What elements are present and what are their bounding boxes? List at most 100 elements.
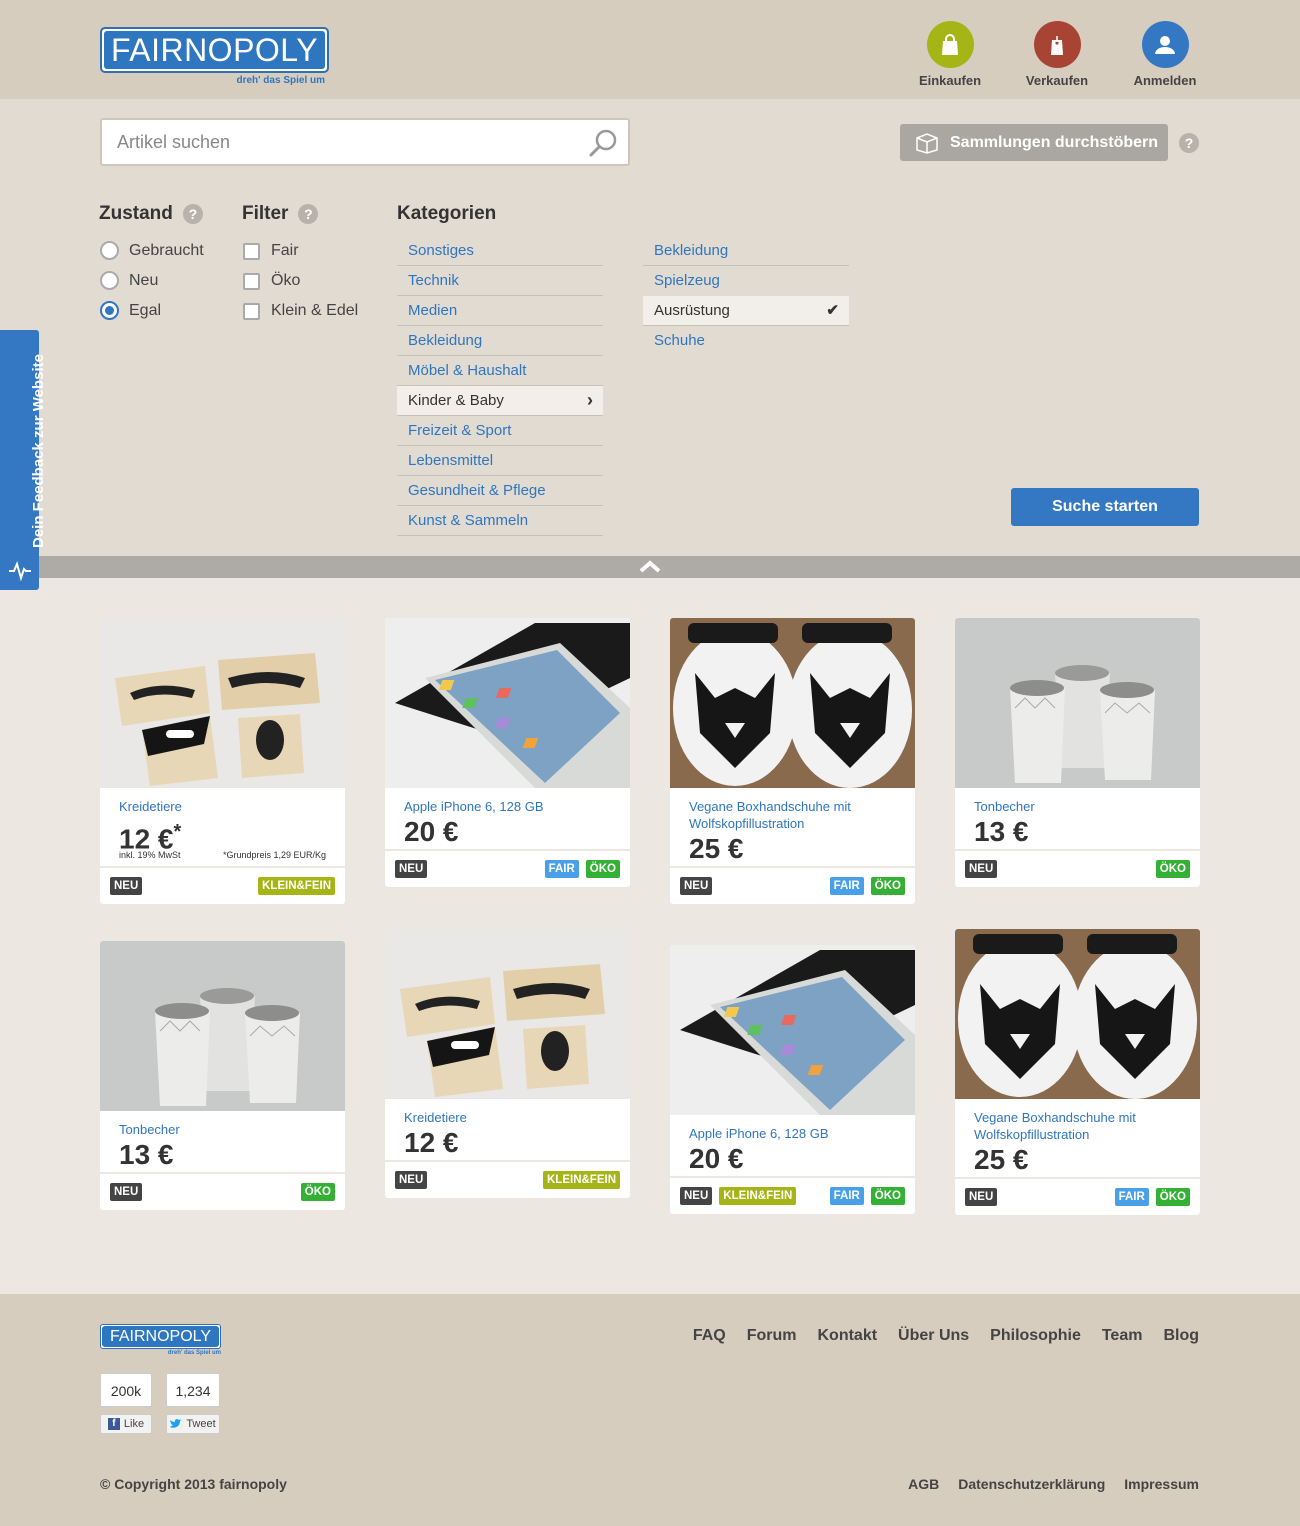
- footer-link-philosophie[interactable]: Philosophie: [990, 1327, 1081, 1345]
- filter-option-oeko[interactable]: Öko: [243, 272, 300, 290]
- legal-links: AGB Datenschutzerklärung Impressum: [908, 1476, 1199, 1492]
- facebook-like-button[interactable]: f Like: [100, 1414, 152, 1434]
- feedback-tab[interactable]: Dein Feedback zur Website: [0, 330, 47, 590]
- footer-link-ueber-uns[interactable]: Über Uns: [898, 1327, 969, 1345]
- filter-help-icon[interactable]: ?: [298, 204, 319, 224]
- product-card[interactable]: Vegane Boxhandschuhe mit Wolfskopfillust…: [670, 618, 915, 904]
- footer-link-faq[interactable]: FAQ: [693, 1327, 726, 1345]
- badge-row: NEU FAIR ÖKO: [955, 1177, 1200, 1215]
- product-card[interactable]: Kreidetiere 12 € NEU KLEIN&FEIN: [385, 929, 630, 1198]
- category-technik[interactable]: Technik: [397, 266, 603, 296]
- category-medien[interactable]: Medien: [397, 296, 603, 326]
- badge-kleinfein: KLEIN&FEIN: [543, 1171, 620, 1189]
- product-image[interactable]: [385, 929, 630, 1099]
- legal-link-datenschutz[interactable]: Datenschutzerklärung: [958, 1476, 1105, 1492]
- product-image[interactable]: [385, 618, 630, 788]
- product-price: 20 €: [385, 815, 630, 849]
- search-submit-button[interactable]: Suche starten: [1011, 488, 1199, 526]
- subcategory-ausruestung[interactable]: Ausrüstung ✔: [643, 296, 849, 326]
- nav-verkaufen[interactable]: Verkaufen: [1012, 21, 1102, 88]
- footer-link-forum[interactable]: Forum: [747, 1327, 797, 1345]
- product-image[interactable]: [955, 929, 1200, 1099]
- help-icon[interactable]: ?: [1179, 133, 1199, 153]
- product-price-value: 20 €: [689, 1143, 744, 1174]
- badge-row: NEU FAIR ÖKO: [385, 849, 630, 887]
- product-image[interactable]: [670, 945, 915, 1115]
- badge-öko: ÖKO: [1155, 860, 1190, 878]
- product-title[interactable]: Tonbecher: [100, 1111, 345, 1138]
- product-title[interactable]: Kreidetiere: [100, 788, 345, 815]
- filter-option-fair[interactable]: Fair: [243, 242, 299, 260]
- badge-fair: FAIR: [829, 877, 864, 895]
- zustand-option-label: Neu: [129, 271, 159, 289]
- category-sonstiges[interactable]: Sonstiges: [397, 236, 603, 266]
- logo[interactable]: FAIRNOPOLY dreh' das Spiel um: [100, 27, 329, 86]
- category-lebensmittel[interactable]: Lebensmittel: [397, 446, 603, 476]
- nav-einkaufen[interactable]: Einkaufen: [905, 21, 995, 88]
- footer-link-blog[interactable]: Blog: [1163, 1327, 1199, 1345]
- filter-option-klein-edel[interactable]: Klein & Edel: [243, 302, 358, 320]
- product-title[interactable]: Apple iPhone 6, 128 GB: [670, 1115, 915, 1142]
- tweet-button[interactable]: Tweet: [166, 1414, 220, 1434]
- badge-neu: NEU: [680, 877, 713, 895]
- filter-option-label: Klein & Edel: [271, 302, 359, 319]
- badge-neu: NEU: [680, 1187, 713, 1205]
- subcategory-schuhe[interactable]: Schuhe: [643, 326, 849, 356]
- zustand-option-neu[interactable]: Neu: [100, 271, 158, 290]
- nav-anmelden[interactable]: Anmelden: [1120, 21, 1210, 88]
- product-image[interactable]: [100, 941, 345, 1111]
- vat-note: inkl. 19% MwSt: [119, 850, 181, 861]
- subcategory-spielzeug[interactable]: Spielzeug: [643, 266, 849, 296]
- badge-öko: ÖKO: [300, 1183, 335, 1201]
- tweet-widget: 1,234 Tweet: [166, 1373, 220, 1434]
- badge-fair: FAIR: [1114, 1188, 1149, 1206]
- radio-icon: [100, 241, 119, 260]
- product-title[interactable]: Kreidetiere: [385, 1099, 630, 1126]
- facebook-like-widget: 200k f Like: [100, 1373, 152, 1434]
- footer-link-kontakt[interactable]: Kontakt: [817, 1327, 877, 1345]
- product-image[interactable]: [100, 618, 345, 788]
- product-card[interactable]: Apple iPhone 6, 128 GB 20 € NEU KLEIN&FEIN F…: [670, 945, 915, 1214]
- category-bekleidung[interactable]: Bekleidung: [397, 326, 603, 356]
- product-price: 25 €: [955, 1143, 1200, 1177]
- product-title[interactable]: Vegane Boxhandschuhe mit Wolfskopfillust…: [670, 788, 915, 832]
- subcategory-bekleidung[interactable]: Bekleidung: [643, 236, 849, 266]
- zustand-option-gebraucht[interactable]: Gebraucht: [100, 241, 204, 260]
- product-image[interactable]: [670, 618, 915, 788]
- footer-logo-tagline: dreh' das Spiel um: [167, 1350, 221, 1356]
- product-image[interactable]: [955, 618, 1200, 788]
- nav-anmelden-label: Anmelden: [1133, 73, 1197, 88]
- logo-box: FAIRNOPOLY: [100, 27, 329, 73]
- product-card[interactable]: Vegane Boxhandschuhe mit Wolfskopfillust…: [955, 929, 1200, 1215]
- category-kunst-sammeln[interactable]: Kunst & Sammeln: [397, 506, 603, 536]
- search-icon[interactable]: [588, 127, 620, 164]
- footer-link-team[interactable]: Team: [1102, 1327, 1143, 1345]
- product-title[interactable]: Apple iPhone 6, 128 GB: [385, 788, 630, 815]
- badge-row: NEU KLEIN&FEIN: [385, 1160, 630, 1198]
- chevron-up-icon: [639, 560, 661, 573]
- product-title[interactable]: Vegane Boxhandschuhe mit Wolfskopfillust…: [955, 1099, 1200, 1143]
- logo-text: FAIRNOPOLY: [104, 31, 325, 69]
- product-card[interactable]: Kreidetiere 12 €* inkl. 19% MwSt *Grundprei…: [100, 618, 345, 905]
- product-title[interactable]: Tonbecher: [955, 788, 1200, 815]
- legal-link-agb[interactable]: AGB: [908, 1476, 939, 1492]
- product-card[interactable]: Tonbecher 13 € NEU ÖKO: [100, 941, 345, 1210]
- base-price-note: *Grundpreis 1,29 EUR/Kg: [222, 850, 326, 861]
- product-card[interactable]: Tonbecher 13 € NEU ÖKO: [955, 618, 1200, 887]
- checkbox-icon: [243, 242, 260, 260]
- category-freizeit-sport[interactable]: Freizeit & Sport: [397, 416, 603, 446]
- zustand-option-egal[interactable]: Egal: [100, 301, 161, 320]
- search-box: [100, 118, 630, 166]
- collections-button[interactable]: Sammlungen durchstöbern: [900, 124, 1168, 161]
- zustand-help-icon[interactable]: ?: [182, 204, 203, 224]
- footer-logo[interactable]: FAIRNOPOLY dreh' das Spiel um: [100, 1324, 221, 1356]
- product-card[interactable]: Apple iPhone 6, 128 GB 20 € NEU FAIR ÖKO: [385, 618, 630, 887]
- legal-link-impressum[interactable]: Impressum: [1124, 1476, 1199, 1492]
- category-kinder-baby[interactable]: Kinder & Baby ›: [397, 386, 603, 416]
- badge-kleinfein: KLEIN&FEIN: [258, 877, 335, 896]
- search-input[interactable]: [102, 120, 562, 164]
- category-moebel-haushalt[interactable]: Möbel & Haushalt: [397, 356, 603, 386]
- category-gesundheit-pflege[interactable]: Gesundheit & Pflege: [397, 476, 603, 506]
- collapse-bar[interactable]: [0, 556, 1300, 578]
- facebook-icon: f: [107, 1418, 120, 1430]
